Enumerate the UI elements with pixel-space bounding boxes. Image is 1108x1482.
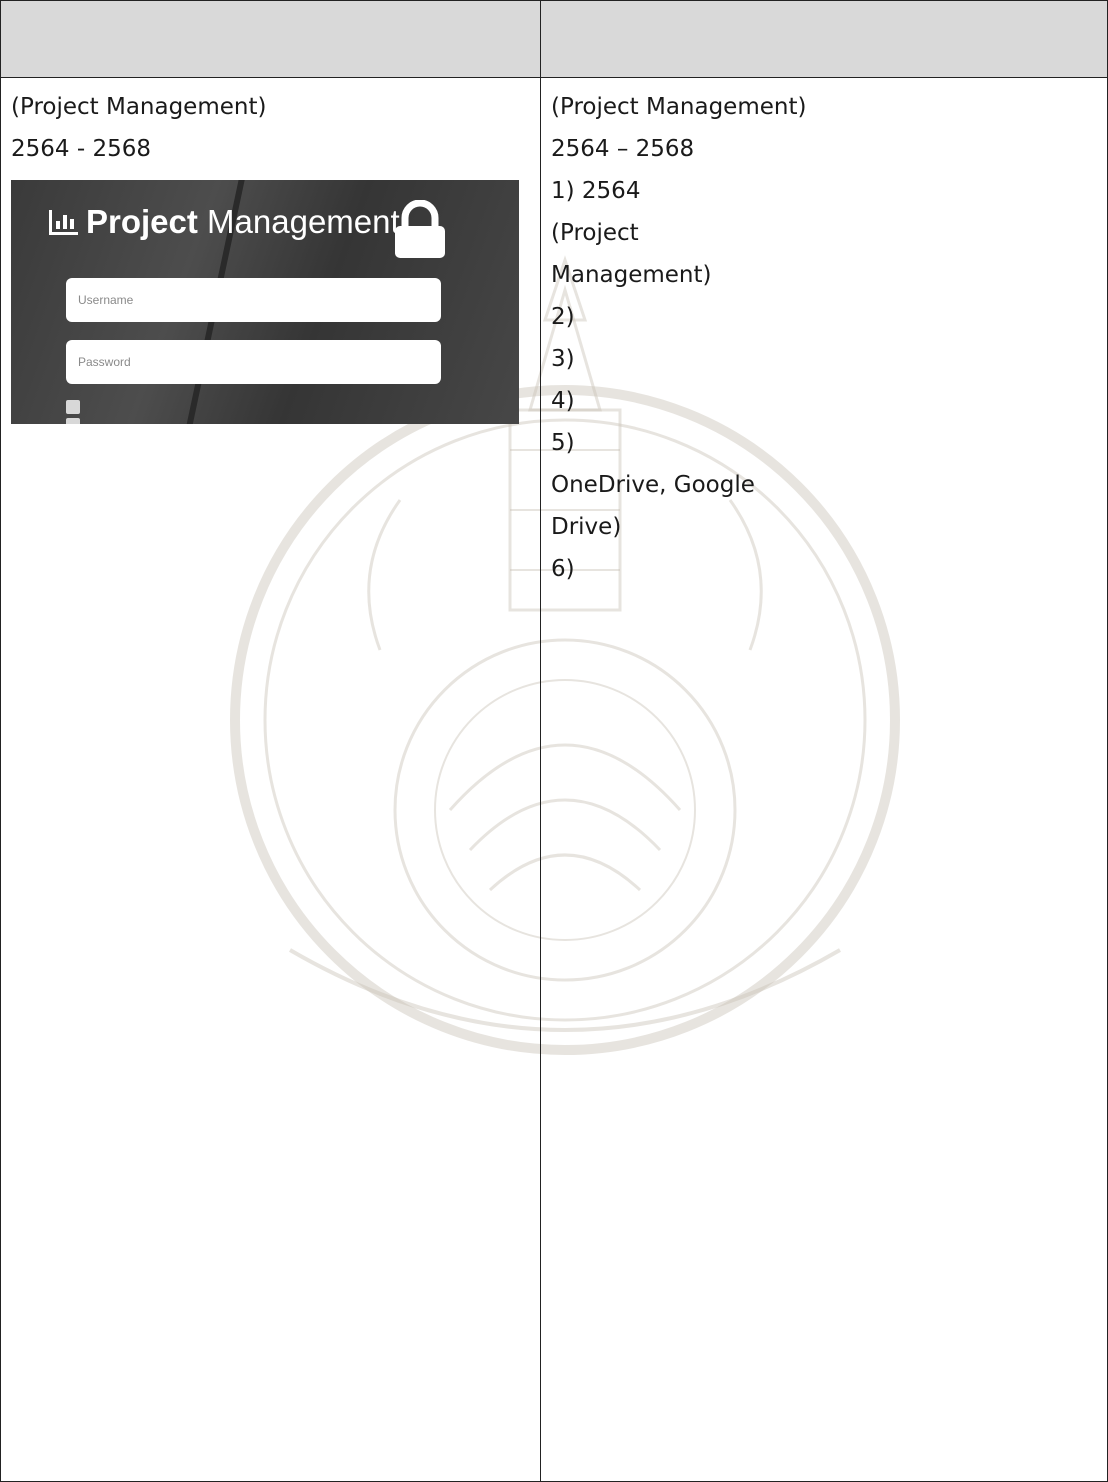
phase-line-3: 2564 - 2568	[11, 136, 151, 162]
phase-line-2: (Project Management)	[11, 94, 267, 120]
left-cell: (Project Management) 2564 - 2568 Project…	[0, 77, 541, 1482]
detail-line: 5)	[551, 430, 575, 456]
detail-line: (Project Management)	[551, 94, 807, 120]
password-input: Password	[66, 340, 441, 384]
brand-light: Management	[197, 203, 400, 240]
lock-icon	[395, 200, 445, 258]
detail-line: (Project	[551, 220, 639, 246]
detail-line: 6)	[551, 556, 575, 582]
project-management-login-screenshot: Project Management Username Password	[11, 180, 519, 424]
detail-line: Management)	[551, 262, 712, 288]
content-table: (Project Management) 2564 - 2568 Project…	[0, 0, 1108, 1482]
accept-policy-checkbox	[66, 400, 80, 414]
header-results-reporting	[0, 0, 541, 78]
detail-line: 2)	[551, 304, 575, 330]
detail-line: 2564 – 2568	[551, 136, 695, 162]
detail-line: 3)	[551, 346, 575, 372]
app-brand: Project Management	[49, 202, 400, 242]
right-cell: (Project Management) 2564 – 2568 1) 2564…	[540, 77, 1108, 1482]
remember-me-checkbox	[66, 418, 80, 424]
detail-line: 4)	[551, 388, 575, 414]
bar-chart-icon	[49, 210, 78, 235]
brand-bold: Project	[86, 203, 198, 240]
detail-line: OneDrive, Google	[551, 472, 755, 498]
detail-line: Drive)	[551, 514, 622, 540]
username-input: Username	[66, 278, 441, 322]
header-details	[540, 0, 1108, 78]
detail-line: 1) 2564	[551, 178, 641, 204]
